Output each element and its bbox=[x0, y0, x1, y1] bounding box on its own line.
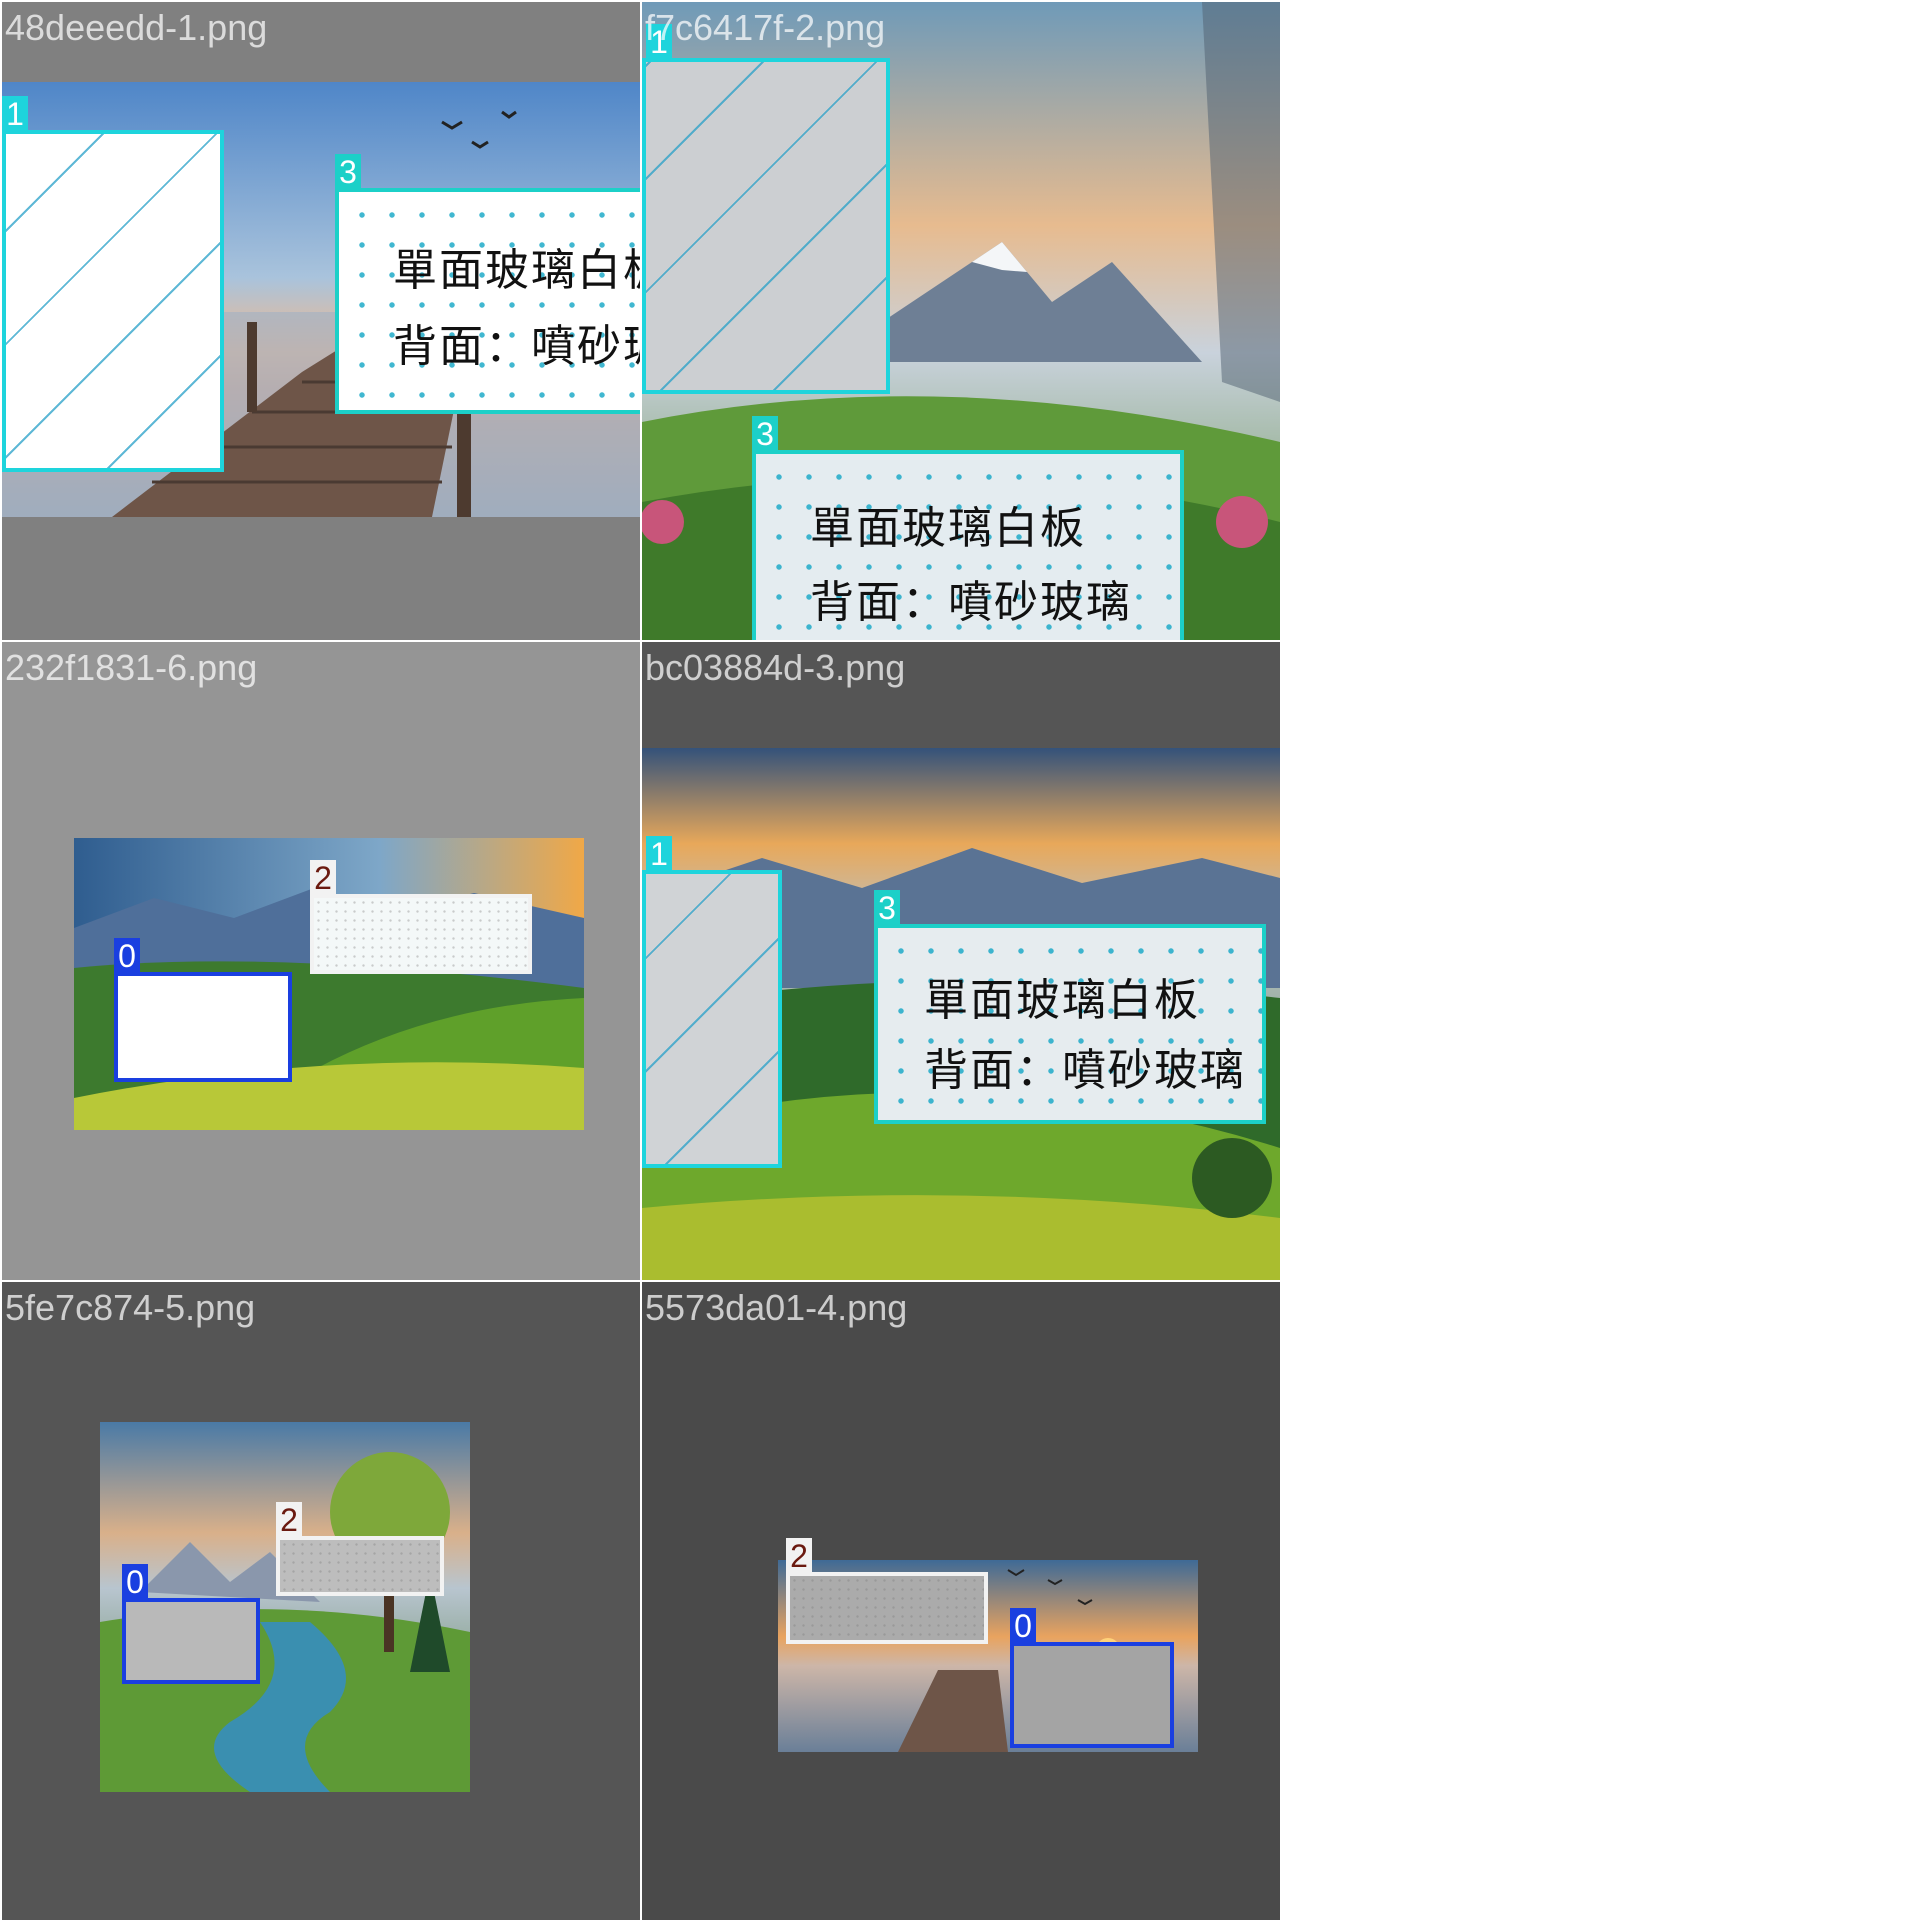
bbox-label: 0 bbox=[122, 1564, 148, 1600]
bbox-class-0[interactable]: 0 bbox=[1010, 1608, 1174, 1748]
tile-filename: 48deeedd-1.png bbox=[5, 7, 268, 48]
bbox-class-3[interactable]: 單面玻璃白板 背面：噴砂玻璃 3 bbox=[752, 416, 1184, 640]
tile-filename: 5fe7c874-5.png bbox=[5, 1287, 256, 1328]
bbox-class-2[interactable]: 2 bbox=[276, 1502, 444, 1596]
tile-filename: 232f1831-6.png bbox=[5, 647, 258, 688]
bbox-class-1[interactable]: 1 bbox=[642, 24, 890, 394]
glass-sheet-image bbox=[6, 134, 220, 468]
glass-sheet-image bbox=[646, 62, 886, 390]
tile-5[interactable]: 5fe7c874-5.png 2 0 bbox=[2, 1282, 640, 1920]
bbox-class-0[interactable]: 0 bbox=[122, 1564, 260, 1684]
bbox-label: 3 bbox=[874, 890, 900, 926]
tile-filename: bc03884d-3.png bbox=[645, 647, 906, 688]
frosted-panel-image bbox=[280, 1540, 440, 1592]
frosted-panel-image bbox=[790, 1576, 984, 1640]
bbox-label: 0 bbox=[114, 938, 140, 974]
tile-4[interactable]: bc03884d-3.png 1 單面玻璃白板 背面：噴砂玻璃 3 bbox=[642, 642, 1280, 1280]
tile-3[interactable]: 232f1831-6.png 2 0 bbox=[2, 642, 640, 1280]
tile-6[interactable]: 5573da01-4.png 2 0 bbox=[642, 1282, 1280, 1920]
tile-filename: f7c6417f-2.png bbox=[645, 7, 886, 48]
bbox-class-2[interactable]: 2 bbox=[786, 1538, 988, 1644]
card-text-line2: 背面：噴砂玻璃 bbox=[393, 321, 640, 372]
card-text-line2: 背面：噴砂玻璃 bbox=[924, 1045, 1246, 1096]
tile-2[interactable]: f7c6417f-2.png 1 單面玻璃白板 背面：噴砂玻璃 3 bbox=[642, 2, 1280, 640]
glass-sheet-image bbox=[646, 874, 778, 1164]
frosted-panel-image bbox=[314, 898, 528, 970]
bbox-label: 2 bbox=[276, 1502, 302, 1538]
bbox-class-3[interactable]: 單面玻璃白板 背面：噴砂玻璃 3 bbox=[874, 890, 1266, 1124]
tile-1[interactable]: 48deeedd-1.png 1 單面玻璃白 背面：噴砂 3 bbox=[2, 2, 640, 640]
bbox-class-2[interactable]: 2 bbox=[310, 860, 532, 974]
bbox-label: 1 bbox=[2, 96, 28, 132]
bbox-label: 0 bbox=[1010, 1608, 1036, 1644]
card-text-line2: 背面：噴砂玻璃 bbox=[810, 577, 1132, 628]
whiteboard-label-image bbox=[339, 192, 640, 410]
tile-filename: 5573da01-4.png bbox=[645, 1287, 908, 1328]
bbox-label: 3 bbox=[335, 154, 361, 190]
bbox-class-1[interactable]: 1 bbox=[642, 836, 782, 1168]
mosaic-grid: 48deeedd-1.png 1 單面玻璃白 背面：噴砂 3 f7c6417f-… bbox=[0, 0, 1282, 1922]
bbox-class-3[interactable]: 單面玻璃白板 背面：噴砂玻璃 3 bbox=[335, 154, 640, 414]
card-text-line1: 單面玻璃白板 bbox=[924, 975, 1200, 1026]
bbox-class-1[interactable]: 1 bbox=[2, 96, 224, 472]
bbox-class-0[interactable]: 0 bbox=[114, 938, 292, 1082]
bbox-label: 1 bbox=[646, 836, 672, 872]
bbox-label: 3 bbox=[752, 416, 778, 452]
card-text-line1: 單面玻璃白板 bbox=[810, 503, 1086, 554]
bbox-label: 2 bbox=[310, 860, 336, 896]
bbox-label: 2 bbox=[786, 1538, 812, 1574]
card-text-line1: 單面玻璃白板 bbox=[393, 245, 640, 296]
